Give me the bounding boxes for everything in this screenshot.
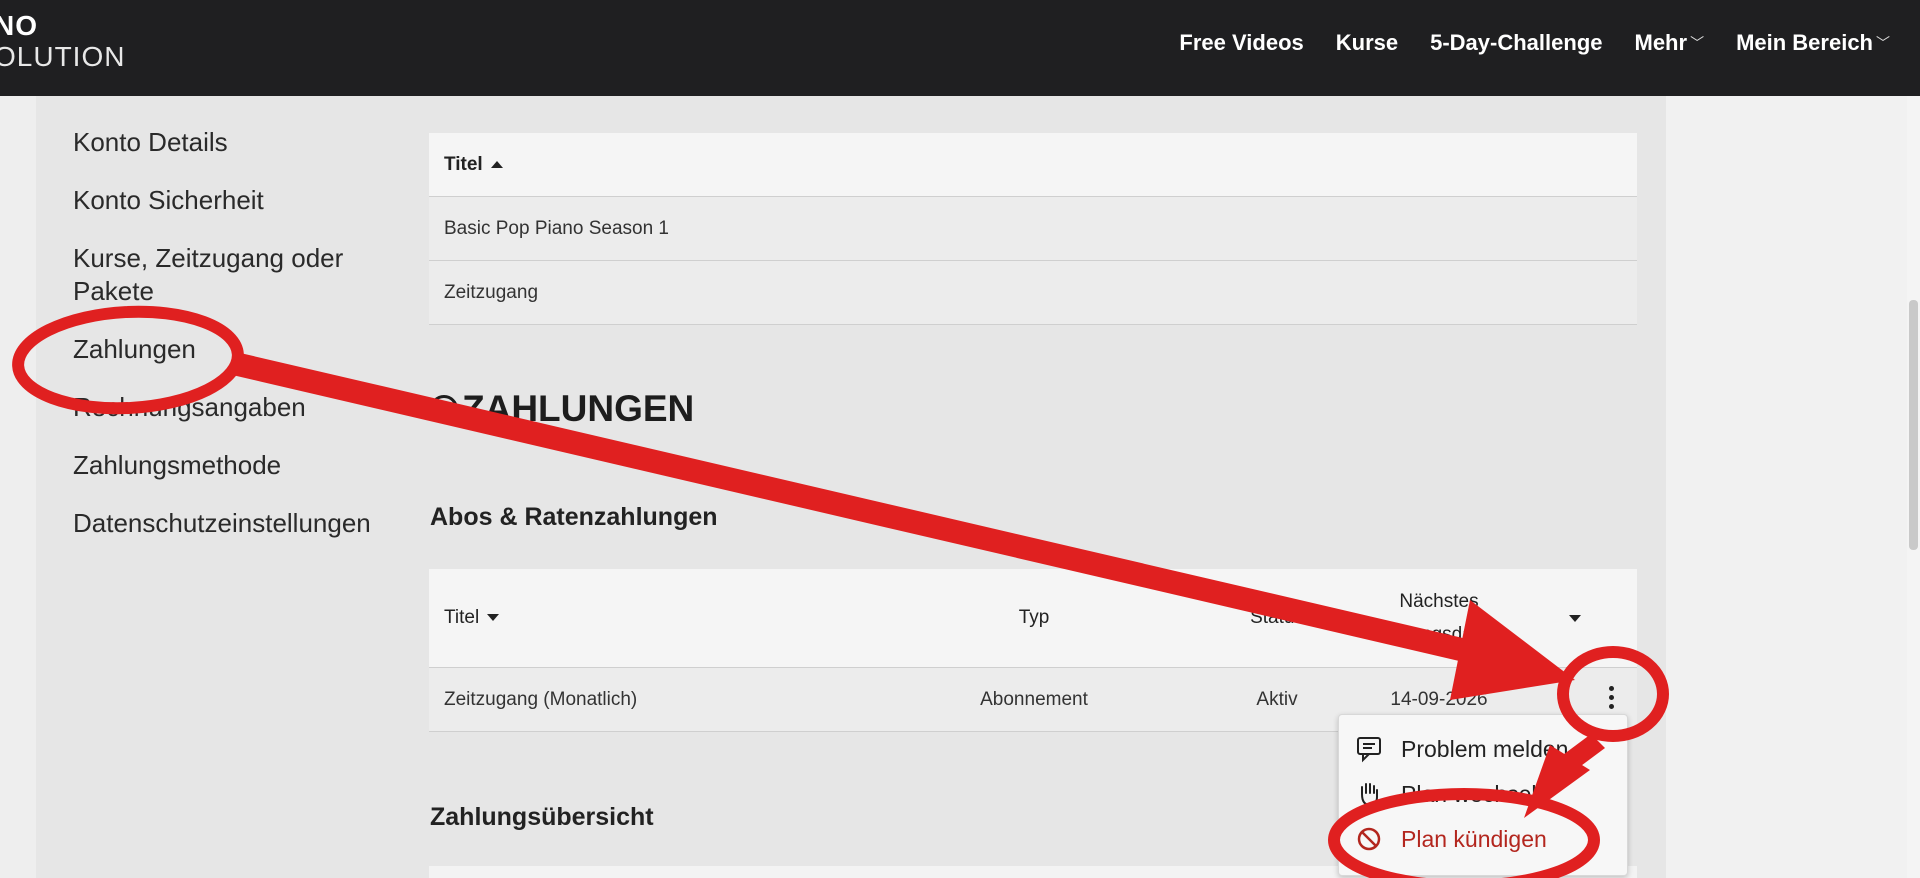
sidebar-item-zahlungen[interactable]: Zahlungen (73, 333, 393, 366)
chevron-down-icon: ﹀ (1876, 35, 1890, 51)
column-next-date-line2: Zahlungsdatum (1373, 624, 1505, 645)
logo-line-1: NO (0, 10, 38, 41)
sort-descending-icon[interactable] (1569, 614, 1581, 622)
site-logo[interactable]: NO OLUTION (0, 12, 125, 71)
menu-item-plan-wechseln[interactable]: Plan wechseln (1355, 780, 1549, 808)
table-row[interactable]: Zeitzugang (429, 261, 1637, 325)
main-nav: Free Videos Kurse 5-Day-Challenge Mehr ﹀ … (1179, 0, 1890, 86)
menu-item-label: Plan wechseln (1401, 780, 1550, 807)
sidebar-item-rechnungsangaben[interactable]: Rechnungsangaben (73, 391, 393, 424)
table-header[interactable]: Titel (429, 133, 1637, 197)
nav-label: Free Videos (1179, 30, 1304, 55)
subscriptions-heading: Abos & Ratenzahlungen (430, 503, 718, 531)
sidebar-item-konto-details[interactable]: Konto Details (73, 126, 393, 159)
subscription-next-date: 14-09-2026 (1390, 689, 1488, 710)
sidebar-item-konto-sicherheit[interactable]: Konto Sicherheit (73, 184, 393, 217)
sort-ascending-icon (490, 161, 503, 168)
message-icon (1357, 737, 1381, 763)
sidebar-item-datenschutz[interactable]: Datenschutzeinstellungen (73, 507, 393, 540)
nav-mehr[interactable]: Mehr ﹀ (1635, 30, 1705, 56)
subscription-actions-menu: Problem melden Plan wechseln Plan kündig… (1338, 714, 1628, 876)
table-header: Titel Typ Status Nächstes Zahlungsdatum (429, 569, 1637, 668)
account-sidebar: Konto Details Konto Sicherheit Kurse, Ze… (73, 126, 393, 565)
payments-heading-text: ZAHLUNGEN (462, 388, 695, 429)
top-navigation-bar: NO OLUTION Free Videos Kurse 5-Day-Chall… (0, 0, 1920, 96)
subscriptions-table: Titel Typ Status Nächstes Zahlungsdatum Z… (429, 569, 1637, 732)
sort-descending-icon (487, 614, 500, 622)
column-title-label: Titel (444, 607, 480, 628)
menu-item-plan-kuendigen[interactable]: Plan kündigen (1355, 825, 1547, 853)
page-margin (1666, 96, 1920, 878)
column-status[interactable]: Status (1222, 607, 1332, 629)
logo-line-2: OLUTION (0, 41, 126, 72)
table-row[interactable]: Basic Pop Piano Season 1 (429, 197, 1637, 261)
ban-icon (1357, 827, 1381, 851)
product-title: Basic Pop Piano Season 1 (444, 217, 669, 239)
subscription-title: Zeitzugang (Monatlich) (444, 688, 638, 710)
nav-label: 5-Day-Challenge (1430, 30, 1603, 55)
products-table: Titel Basic Pop Piano Season 1 Zeitzugan… (429, 133, 1637, 325)
nav-5-day-challenge[interactable]: 5-Day-Challenge (1430, 30, 1602, 56)
sidebar-item-kurse[interactable]: Kurse, Zeitzugang oder Pakete (73, 242, 373, 308)
menu-item-label: Problem melden (1401, 735, 1569, 762)
hand-icon (1361, 783, 1378, 807)
nav-label: Mein Bereich (1736, 30, 1873, 55)
menu-item-label: Plan kündigen (1401, 825, 1547, 852)
nav-label: Mehr (1634, 30, 1688, 55)
column-next-date[interactable]: Nächstes Zahlungsdatum (1359, 585, 1519, 651)
scrollbar-thumb[interactable] (1909, 300, 1918, 550)
menu-item-problem-melden[interactable]: Problem melden (1355, 735, 1568, 763)
nav-label: Kurse (1335, 30, 1399, 55)
chevron-down-icon: ﹀ (1690, 35, 1705, 51)
plus-circle-icon (430, 395, 458, 423)
column-next-date-line1: Nächstes (1399, 591, 1479, 612)
subscription-type: Abonnement (980, 688, 1088, 710)
column-type[interactable]: Typ (959, 607, 1109, 629)
more-options-icon[interactable] (1604, 686, 1618, 714)
sidebar-item-zahlungsmethode[interactable]: Zahlungsmethode (73, 449, 393, 482)
subscription-status: Aktiv (1256, 688, 1298, 710)
nav-kurse[interactable]: Kurse (1336, 30, 1398, 56)
payment-overview-heading: Zahlungsübersicht (430, 803, 654, 831)
column-title[interactable]: Titel (444, 607, 500, 629)
nav-mein-bereich[interactable]: Mein Bereich ﹀ (1736, 30, 1890, 56)
nav-free-videos[interactable]: Free Videos (1179, 30, 1303, 56)
column-title: Titel (444, 153, 483, 175)
payments-heading: ZAHLUNGEN (430, 388, 694, 430)
product-title: Zeitzugang (444, 281, 539, 303)
